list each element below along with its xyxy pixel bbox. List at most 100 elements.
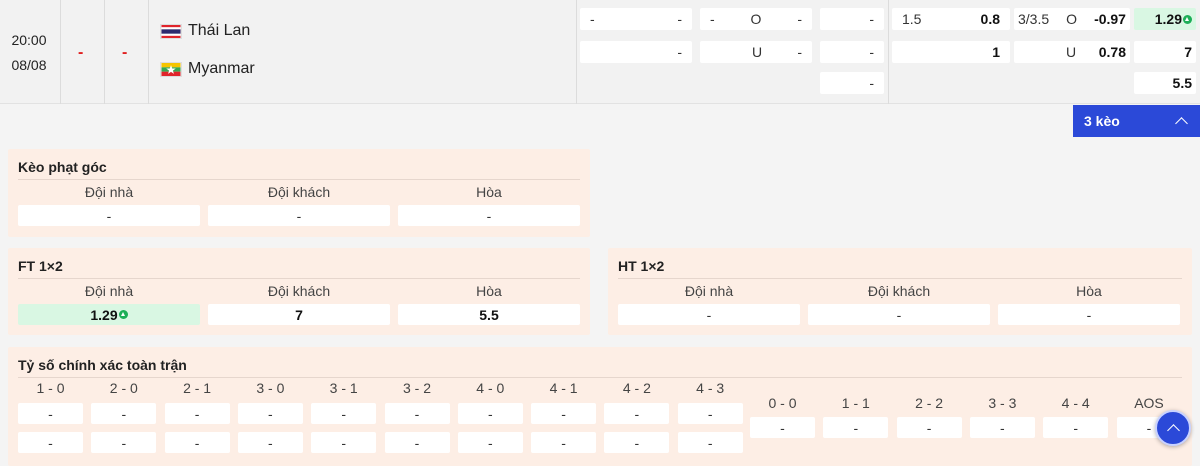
ht-ou-odds: 0.78: [1098, 44, 1126, 60]
odds-box[interactable]: -: [91, 403, 157, 424]
ht-one-x-two-odds: 7: [1184, 44, 1192, 60]
odds-box[interactable]: -: [531, 403, 597, 424]
handicap-odds: -: [677, 44, 682, 60]
odds-box[interactable]: -: [531, 432, 597, 453]
odds-box[interactable]: -: [208, 205, 390, 226]
score-label: 4 - 1: [549, 380, 578, 396]
ou-odds: -: [797, 11, 802, 27]
odds-box[interactable]: -: [677, 432, 743, 453]
ht-handicap-cell[interactable]: 1: [892, 41, 1010, 63]
odds-box[interactable]: -: [969, 417, 1035, 438]
away-score: -: [122, 44, 128, 61]
divider: [618, 278, 1182, 279]
handicap-cell[interactable]: -: [580, 41, 692, 63]
handicap-odds: -: [677, 11, 682, 27]
odds-box[interactable]: -: [457, 403, 523, 424]
odds-box[interactable]: 5.5: [398, 304, 580, 325]
divider: [104, 0, 105, 104]
odds-box[interactable]: -: [808, 304, 990, 325]
odds-box[interactable]: -: [18, 432, 83, 453]
panel-title: HT 1×2: [618, 258, 665, 274]
panel-title: Kèo phạt góc: [18, 159, 107, 175]
odds-box[interactable]: -: [164, 403, 230, 424]
score-label: 1 - 0: [36, 380, 65, 396]
col-header: Đội khách: [867, 283, 931, 299]
home-score: -: [78, 44, 84, 61]
odds-box[interactable]: -: [457, 432, 523, 453]
scroll-top-button[interactable]: [1155, 410, 1191, 446]
myanmar-flag-icon: [160, 61, 182, 77]
over-under-cell[interactable]: U -: [700, 41, 812, 63]
handicap-line: -: [590, 11, 595, 27]
col-header: Hòa: [476, 283, 502, 299]
odds-box[interactable]: -: [1043, 417, 1109, 438]
odds-box[interactable]: -: [311, 403, 377, 424]
divider: [888, 0, 889, 104]
ht-handicap-odds: 0.8: [980, 11, 1000, 27]
odds-box[interactable]: -: [398, 205, 580, 226]
one-x-two-cell[interactable]: -: [820, 41, 884, 63]
handicap-cell[interactable]: - -: [580, 8, 692, 30]
odds-box[interactable]: -: [384, 403, 450, 424]
ht-over-under-cell[interactable]: U 0.78: [1014, 41, 1130, 63]
odds-box[interactable]: -: [998, 304, 1180, 325]
odds-box[interactable]: -: [18, 205, 200, 226]
odds-box[interactable]: -: [237, 403, 303, 424]
kickoff-time: 20:00: [11, 32, 47, 48]
odds-box[interactable]: -: [604, 432, 670, 453]
col-header: Đội khách: [267, 283, 331, 299]
ht-one-x-two-cell[interactable]: 7: [1134, 41, 1196, 63]
odds-box[interactable]: -: [896, 417, 962, 438]
score-label: AOS: [1134, 395, 1164, 411]
divider: [18, 377, 1182, 378]
corner-kick-panel: Kèo phạt góc Đội nhà Đội khách Hòa - - -: [8, 149, 590, 237]
over-under-cell[interactable]: - O -: [700, 8, 812, 30]
thailand-flag-icon: [160, 23, 182, 39]
one-x-two-cell[interactable]: -: [820, 72, 884, 94]
one-x-two-odds: -: [869, 75, 874, 91]
odds-box[interactable]: -: [604, 403, 670, 424]
odds-box[interactable]: -: [237, 432, 303, 453]
more-markets-button[interactable]: 3 kèo: [1073, 105, 1200, 137]
divider: [60, 0, 61, 104]
odds-box[interactable]: -: [677, 403, 743, 424]
ht-one-x-two-odds: 1.29: [1154, 11, 1182, 27]
ht-one-x-two-cell[interactable]: 1.29: [1134, 8, 1196, 30]
ht-over-under-cell[interactable]: 3/3.5 O -0.97: [1014, 8, 1130, 30]
home-team[interactable]: Thái Lan: [160, 22, 250, 40]
odds-box[interactable]: -: [384, 432, 450, 453]
kickoff-date: 08/08: [11, 57, 47, 73]
odds-box[interactable]: -: [164, 432, 230, 453]
odds-box[interactable]: -: [750, 417, 815, 438]
ht-one-x-two-cell[interactable]: 5.5: [1134, 72, 1196, 94]
odds-up-icon: [1183, 14, 1192, 24]
col-header: Đội khách: [267, 184, 331, 200]
ht-ou-odds: -0.97: [1094, 11, 1126, 27]
ht-handicap-odds: 1: [992, 44, 1000, 60]
divider: [18, 278, 580, 279]
score-label: 0 - 0: [768, 395, 797, 411]
one-x-two-cell[interactable]: -: [820, 8, 884, 30]
col-header: Đội nhà: [84, 283, 134, 299]
odds-box[interactable]: -: [823, 417, 889, 438]
odds-box[interactable]: -: [311, 432, 377, 453]
ou-line: -: [710, 11, 715, 27]
score-label: 2 - 1: [183, 380, 212, 396]
correct-score-panel: Tỷ số chính xác toàn trận 1 - 0--2 - 0--…: [8, 347, 1192, 466]
away-team[interactable]: Myanmar: [160, 60, 255, 78]
ht-ou-line: 3/3.5: [1018, 11, 1050, 27]
odds-box[interactable]: -: [91, 432, 157, 453]
odds-box[interactable]: -: [18, 403, 83, 424]
score-label: 3 - 2: [402, 380, 431, 396]
score-label: 2 - 2: [915, 395, 944, 411]
odds-box[interactable]: 7: [208, 304, 390, 325]
ht-1x2-panel: HT 1×2 Đội nhà Đội khách Hòa - - -: [608, 248, 1192, 335]
panel-title: Tỷ số chính xác toàn trận: [18, 357, 187, 373]
score-label: 4 - 0: [476, 380, 505, 396]
col-header: Hòa: [1076, 283, 1102, 299]
odds-box[interactable]: -: [618, 304, 800, 325]
odds-box[interactable]: 1.29: [18, 304, 200, 325]
ht-handicap-cell[interactable]: 1.5 0.8: [892, 8, 1010, 30]
score-label: 4 - 3: [696, 380, 725, 396]
more-markets-label: 3 kèo: [1084, 113, 1120, 129]
